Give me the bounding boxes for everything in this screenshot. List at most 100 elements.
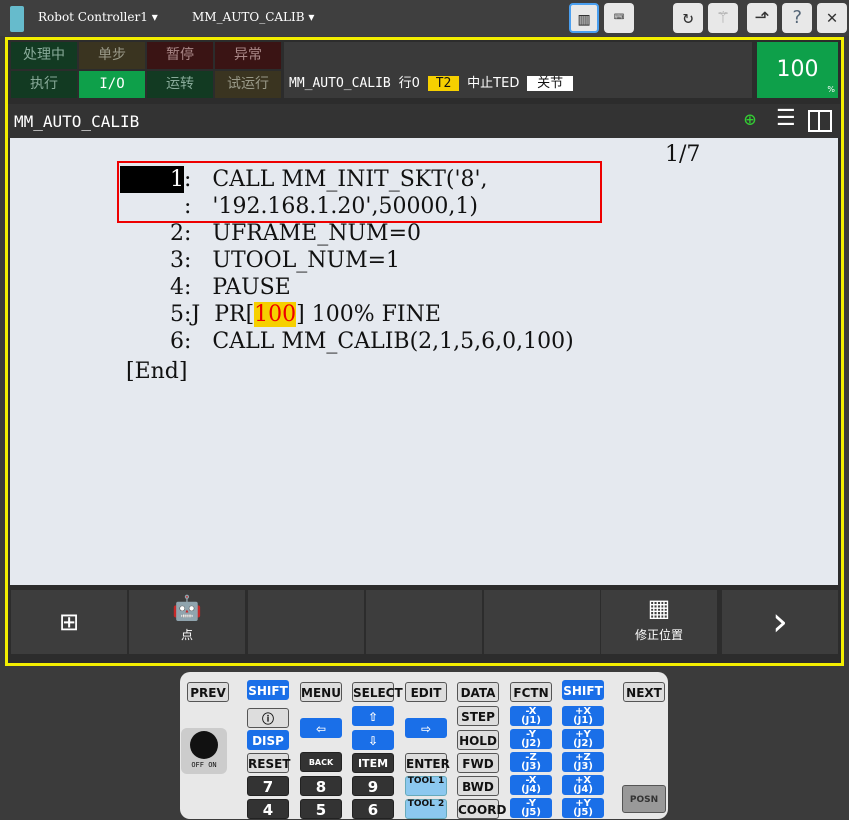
jog-minus-key[interactable]: -X (J1) [510,706,552,726]
edit-key[interactable]: EDIT [405,682,447,702]
up-arrow-key[interactable]: ⇧ [352,706,394,726]
jog-plus-key[interactable]: +X (J1) [562,706,604,726]
program-line[interactable]: 3: UTOOL_NUM=1 [120,247,400,274]
program-editor[interactable]: 1/7 1: CALL MM_INIT_SKT('8',: '192.168.1… [10,138,838,585]
item-key[interactable]: ITEM [352,753,394,773]
tool2-key[interactable]: TOOL 2 [405,799,447,819]
mode-badge: T2 [427,76,460,91]
status-run: 执行 [11,71,77,98]
shift-left-key[interactable]: SHIFT [247,680,289,700]
jog-minus-key[interactable]: -Z (J3) [510,752,552,772]
select-key[interactable]: SELECT [352,682,403,702]
enter-key[interactable]: ENTER [405,753,450,773]
function-key-3[interactable] [248,590,364,654]
left-arrow-key[interactable]: ⇦ [300,718,342,738]
number-key-8[interactable]: 8 [300,776,342,796]
program-line[interactable]: 6: CALL MM_CALIB(2,1,5,6,0,100) [120,328,574,355]
right-arrow-key[interactable]: ⇨ [405,718,447,738]
jog-joint: (J4) [521,784,541,795]
number-key-5[interactable]: 5 [300,799,342,819]
speed-override[interactable]: 100% [757,42,838,98]
pendant-icon[interactable]: ▥ [569,3,599,33]
coord-key[interactable]: COORD [457,799,506,819]
controller-dropdown[interactable]: Robot Controller1 ▾ [38,10,158,24]
jog-plus-key[interactable]: +Z (J3) [562,752,604,772]
close-icon[interactable]: ✕ [817,3,847,33]
program-line[interactable]: 4: PAUSE [120,274,291,301]
on-label: ON [208,761,217,769]
fwd-key[interactable]: FWD [457,753,499,773]
jog-joint: (J1) [521,715,541,726]
jog-plus-key[interactable]: +Y (J2) [562,729,604,749]
status-fault: 异常 [215,42,281,69]
pendant-logo-icon [10,6,24,32]
shift-right-key[interactable]: SHIFT [562,680,604,700]
chevron-right-icon: › [772,599,788,645]
program-line[interactable]: 1: CALL MM_INIT_SKT('8', [120,166,488,193]
jog-minus-key[interactable]: -Y (J5) [510,798,552,818]
help-icon[interactable]: ? [782,3,812,33]
program-line[interactable]: 2: UFRAME_NUM=0 [120,220,421,247]
posn-key[interactable]: POSN [622,785,666,813]
number-key-9[interactable]: 9 [352,776,394,796]
speed-value: 100 [776,57,819,82]
number-key-4[interactable]: 4 [247,799,289,819]
line-number: 5 [170,302,184,327]
jog-joint: (J5) [521,807,541,818]
split-view-icon[interactable] [808,110,832,132]
jog-joint: (J3) [573,761,593,772]
coord-badge: 关节 [527,76,574,91]
data-key[interactable]: DATA [457,682,499,702]
status-busy: 处理中 [11,42,77,69]
export-icon[interactable]: ⬏ [747,3,777,33]
grid-icon: ⊞ [58,608,80,636]
status-tcyc: 试运行 [215,71,281,98]
function-key-7[interactable]: › [722,590,838,654]
number-key-7[interactable]: 7 [247,776,289,796]
function-key-6[interactable]: ▦ 修正位置 [601,590,717,654]
tree-icon[interactable]: ⚚ [708,3,738,33]
off-label: OFF [191,761,204,769]
tool1-key[interactable]: TOOL 1 [405,776,447,796]
jog-minus-key[interactable]: -Y (J2) [510,729,552,749]
next-key[interactable]: NEXT [623,682,665,702]
line-code: UFRAME_NUM=0 [191,221,421,246]
backspace-key[interactable]: BACK SPACE [300,752,342,787]
function-key-1[interactable]: ⊞ [11,590,127,654]
top-bar: Robot Controller1 ▾ MM_AUTO_CALIB ▾ ▥ ⌨ … [0,0,849,36]
keyboard-icon[interactable]: ⌨ [604,3,634,33]
line-number: 4 [170,275,184,300]
menu-key[interactable]: MENU [300,682,342,702]
disp-key[interactable]: DISP [247,730,289,750]
down-arrow-key[interactable]: ⇩ [352,730,394,750]
info-key[interactable]: ⓘ [247,708,289,728]
jog-joint: (J2) [521,738,541,749]
jog-joint: (J5) [573,807,593,818]
menu-icon[interactable]: ☰ [776,106,796,131]
reset-key[interactable]: RESET [247,753,290,773]
line-number: 2 [170,221,184,246]
key-switch-icon [190,731,218,759]
step-key[interactable]: STEP [457,706,499,726]
bwd-key[interactable]: BWD [457,776,499,796]
mode-key-switch[interactable]: OFF ON [181,728,227,774]
jog-joint: (J3) [521,761,541,772]
program-line[interactable]: : '192.168.1.20',50000,1) [120,193,478,220]
line-code: '192.168.1.20',50000,1) [191,194,479,219]
program-dropdown[interactable]: MM_AUTO_CALIB ▾ [192,10,314,24]
refresh-icon[interactable]: ↻ [673,3,703,33]
screen-title: MM_AUTO_CALIB [14,112,140,131]
function-key-5[interactable] [484,590,600,654]
hold-key[interactable]: HOLD [457,730,499,750]
function-key-2[interactable]: 🤖 点 [129,590,245,654]
zoom-in-icon[interactable]: ⊕ [744,107,756,131]
function-key-4[interactable] [366,590,482,654]
number-key-6[interactable]: 6 [352,799,394,819]
jog-plus-key[interactable]: +X (J4) [562,775,604,795]
jog-plus-key[interactable]: +Y (J5) [562,798,604,818]
prev-key[interactable]: PREV [187,682,229,702]
title-bar: MM_AUTO_CALIB ⊕ ☰ [8,104,840,138]
fctn-key[interactable]: FCTN [510,682,552,702]
jog-minus-key[interactable]: -X (J4) [510,775,552,795]
program-line[interactable]: 5:J PR[100] 100% FINE [120,301,441,328]
